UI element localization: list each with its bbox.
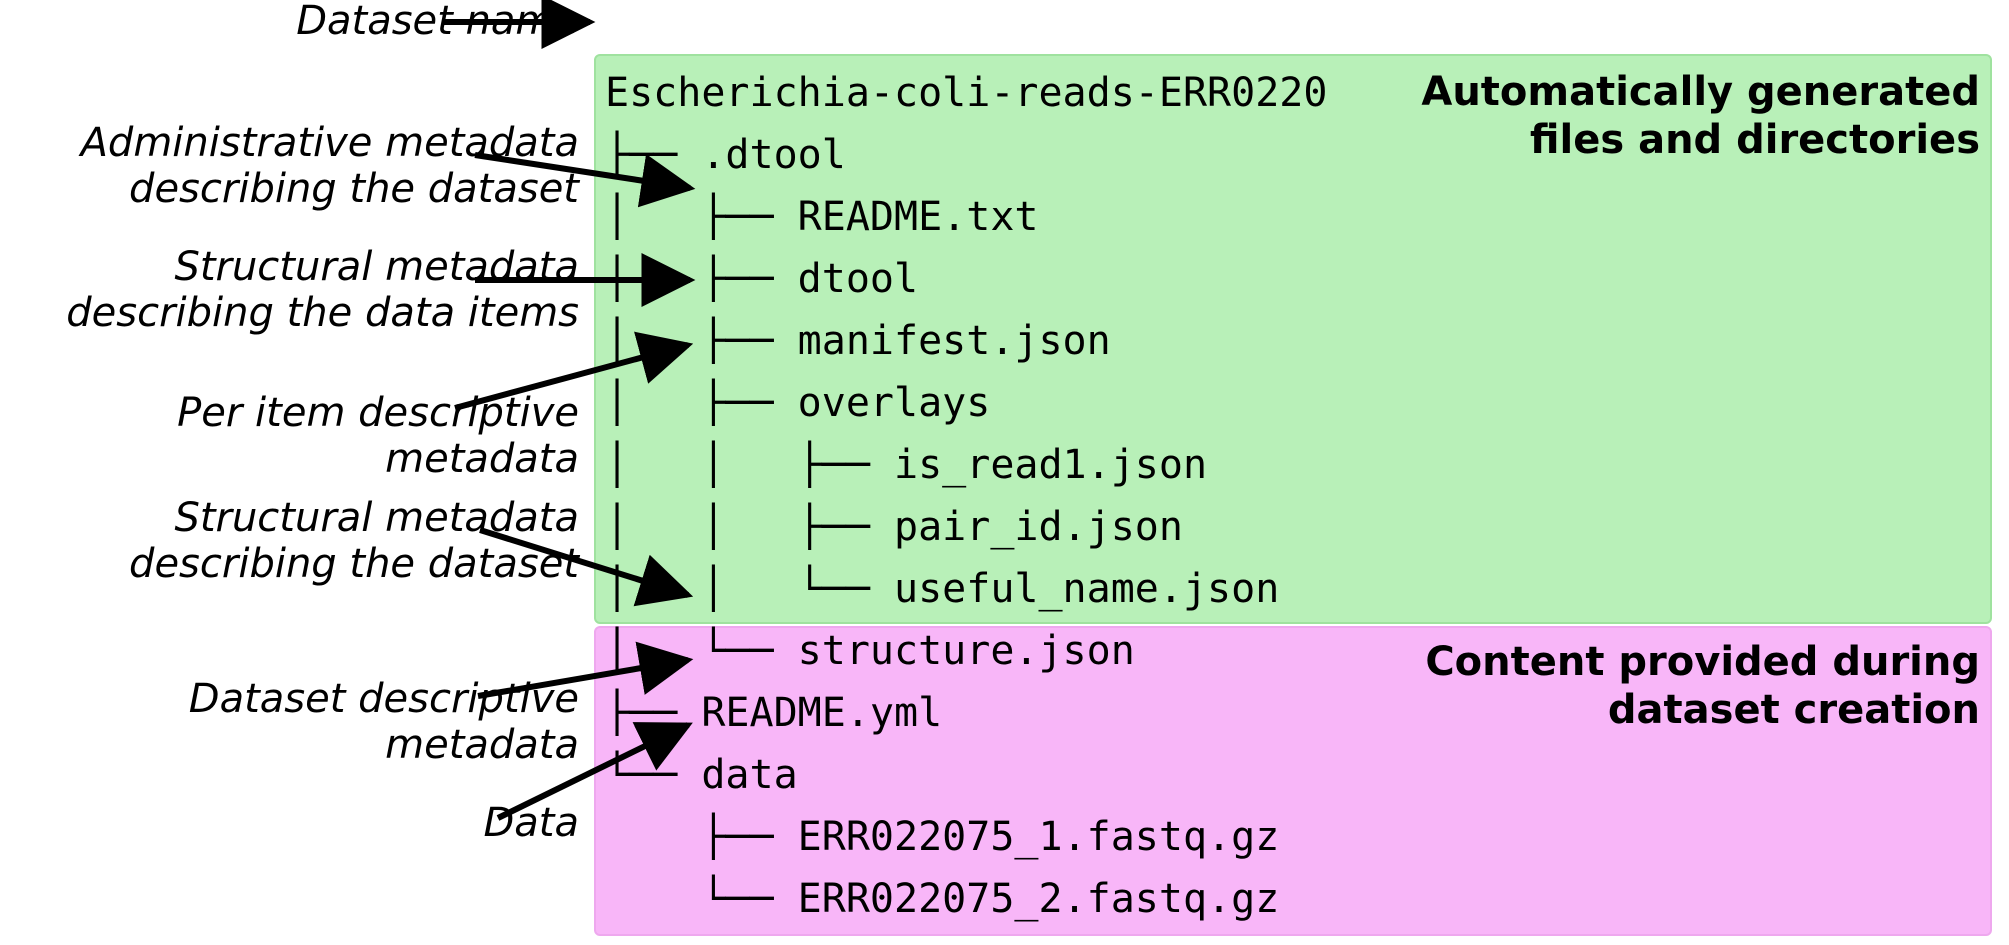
tree-dtool-dir: ├── .dtool xyxy=(605,132,846,178)
label-structural-dataset: Structural metadata describing the datas… xyxy=(129,495,579,587)
label-structural-items: Structural metadata describing the data … xyxy=(66,244,579,336)
box-auto-generated-label: Automatically generated files and direct… xyxy=(1380,68,1980,164)
label-dataset-descriptive: Dataset descriptive metadata xyxy=(0,676,579,768)
tree-overlays-dir: │ ├── overlays xyxy=(605,380,990,426)
label-per-item-metadata: Per item descriptive metadata xyxy=(0,390,579,482)
box-content-label-line1: Content provided during xyxy=(1425,639,1980,685)
tree-dataset-name: Escherichia-coli-reads-ERR0220 xyxy=(605,70,1327,116)
tree-dtool-file: │ ├── dtool xyxy=(605,256,918,302)
tree-readme-txt: │ ├── README.txt xyxy=(605,194,1038,240)
box-auto-label-line1: Automatically generated xyxy=(1421,69,1980,115)
tree-pair-id-json: │ │ ├── pair_id.json xyxy=(605,504,1183,550)
label-dataset-name: Dataset name xyxy=(296,0,579,44)
tree-err-fastq-1: ├── ERR022075_1.fastq.gz xyxy=(605,814,1279,860)
tree-is-read1-json: │ │ ├── is_read1.json xyxy=(605,442,1207,488)
tree-manifest-json: │ ├── manifest.json xyxy=(605,318,1111,364)
box-content-label-line2: dataset creation xyxy=(1608,687,1980,733)
box-auto-label-line2: files and directories xyxy=(1530,117,1980,163)
label-admin-metadata: Administrative metadata describing the d… xyxy=(81,120,579,212)
label-data: Data xyxy=(483,800,579,846)
tree-data-dir: └── data xyxy=(605,752,798,798)
box-content-provided-label: Content provided during dataset creation xyxy=(1380,638,1980,734)
directory-tree: Escherichia-coli-reads-ERR0220 ├── .dtoo… xyxy=(605,0,1327,930)
tree-useful-name-json: │ │ └── useful_name.json xyxy=(605,566,1279,612)
tree-readme-yml: ├── README.yml xyxy=(605,690,942,736)
tree-err-fastq-2: └── ERR022075_2.fastq.gz xyxy=(605,876,1279,922)
tree-structure-json: │ └── structure.json xyxy=(605,628,1135,674)
